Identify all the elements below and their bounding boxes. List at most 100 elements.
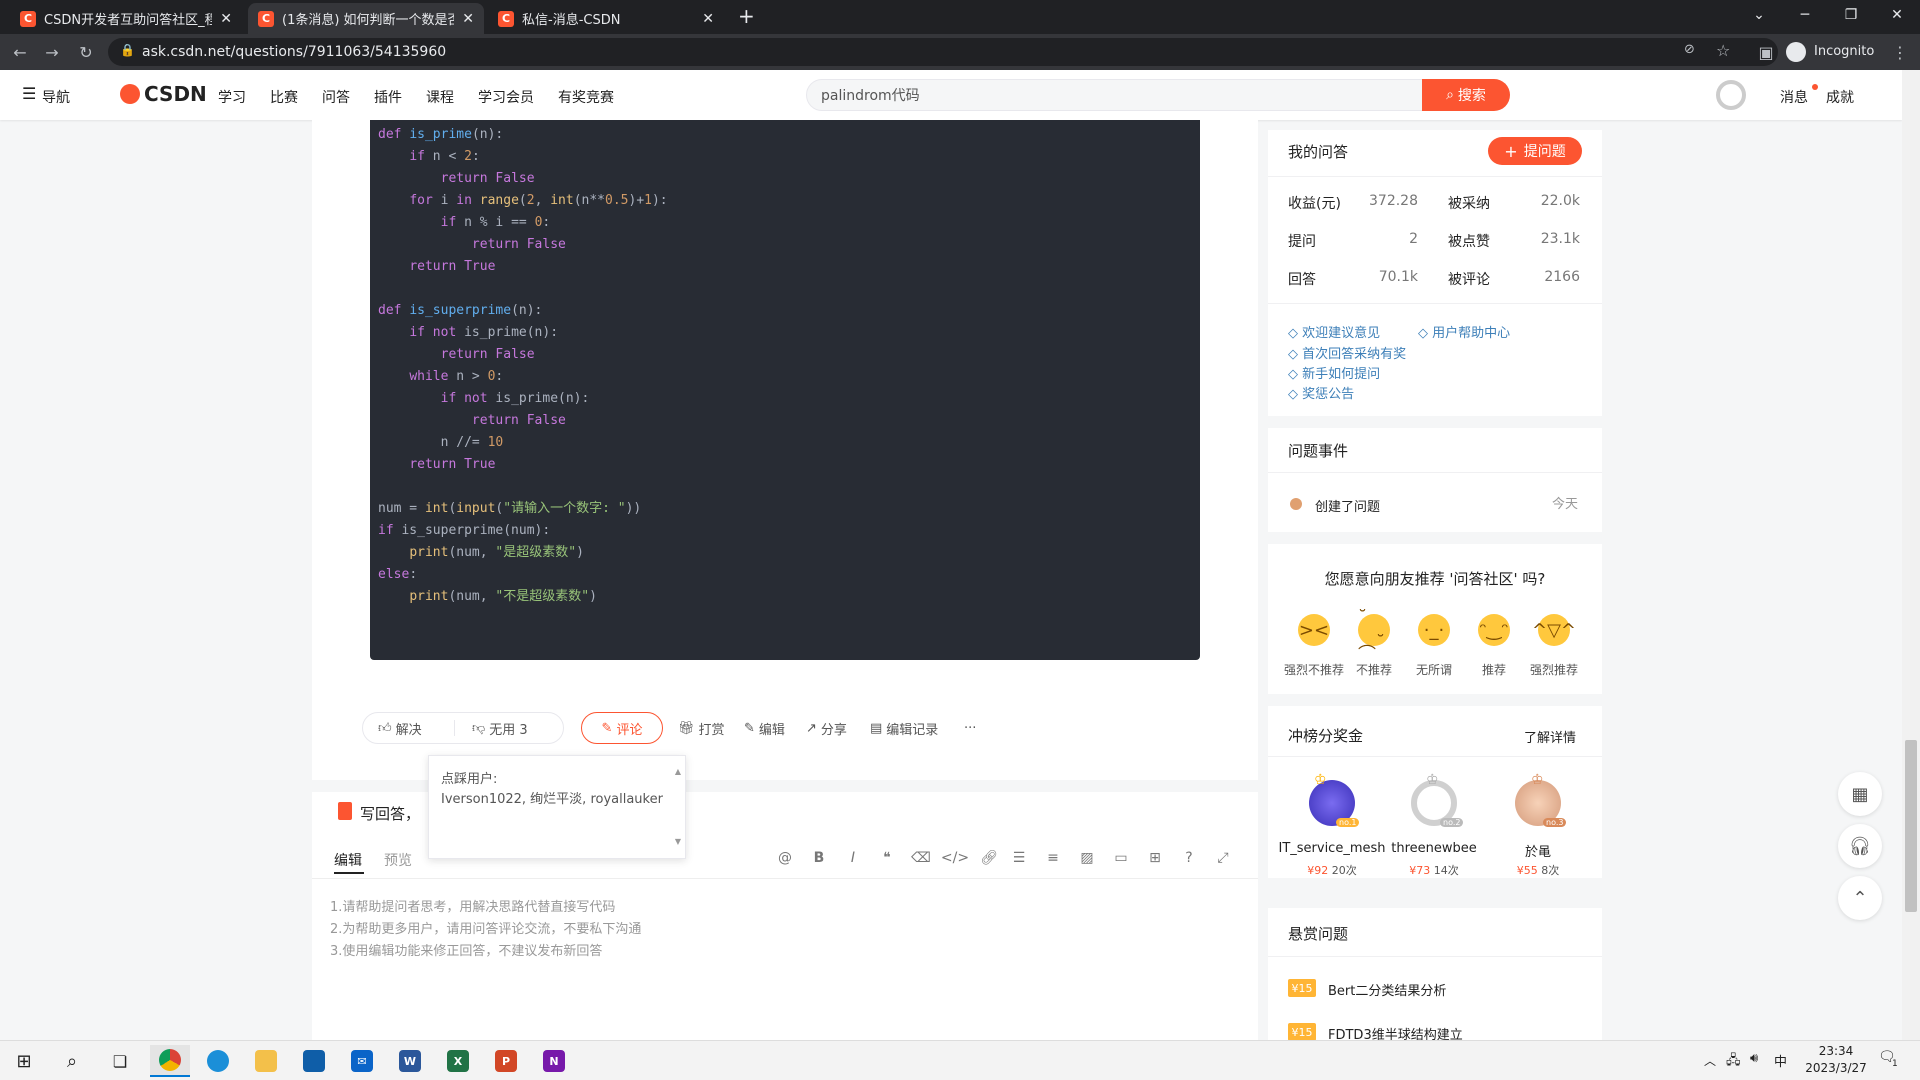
comment-button[interactable]: ✎ 评论 bbox=[581, 712, 663, 744]
ask-question-button[interactable]: + 提问题 bbox=[1488, 137, 1582, 165]
useless-button[interactable]: 👎︎ 无用 3 bbox=[472, 712, 528, 744]
link-announcements[interactable]: ◇ 奖惩公告 bbox=[1288, 383, 1354, 402]
rank-3-name[interactable]: 於黾 bbox=[1478, 841, 1598, 860]
link-feedback[interactable]: ◇ 欢迎建议意见 bbox=[1288, 322, 1380, 341]
store-icon[interactable] bbox=[294, 1045, 334, 1077]
nav-item-plugin[interactable]: 插件 bbox=[374, 87, 402, 107]
minimize-icon[interactable]: ─ bbox=[1782, 0, 1828, 30]
nav-item-competition[interactable]: 有奖竞赛 bbox=[558, 87, 614, 107]
customer-service-icon[interactable]: 🎧︎ bbox=[1838, 824, 1882, 868]
card-icon[interactable]: ▭ bbox=[1111, 848, 1131, 868]
share-button[interactable]: ↗ 分享 bbox=[806, 712, 847, 744]
address-bar[interactable]: 🔒 ask.csdn.net/questions/7911063/5413596… bbox=[108, 38, 1778, 66]
mention-icon[interactable]: @ bbox=[775, 848, 795, 868]
browser-tab-1[interactable]: C CSDN开发者互助问答社区_程序 ✕ bbox=[10, 3, 242, 34]
table-icon[interactable]: ⊞ bbox=[1145, 848, 1165, 868]
scroll-up-icon[interactable]: ▲ bbox=[675, 762, 681, 782]
option-strongly-recommend[interactable]: 强烈推荐 bbox=[1519, 661, 1589, 678]
emoji-strongly-not-icon[interactable]: >< bbox=[1298, 614, 1330, 646]
nav-item-qa[interactable]: 问答 bbox=[322, 87, 350, 107]
word-icon[interactable]: W bbox=[390, 1045, 430, 1077]
user-avatar[interactable] bbox=[1716, 80, 1746, 110]
nav-item-membership[interactable]: 学习会员 bbox=[478, 87, 534, 107]
link-how-to-ask[interactable]: ◇ 新手如何提问 bbox=[1288, 363, 1380, 382]
search-taskbar-icon[interactable]: ⌕ bbox=[52, 1045, 92, 1077]
page-scrollbar-thumb[interactable] bbox=[1905, 740, 1917, 912]
new-tab-button[interactable]: + bbox=[738, 4, 755, 28]
tab-preview[interactable]: 预览 bbox=[384, 850, 412, 870]
windows-start-icon[interactable]: ⊞ bbox=[4, 1045, 44, 1077]
csdn-logo-text[interactable]: CSDN bbox=[144, 82, 207, 106]
ranking-detail-link[interactable]: 了解详情 bbox=[1524, 727, 1576, 746]
incognito-avatar-icon[interactable] bbox=[1786, 42, 1806, 62]
close-tab-icon[interactable]: ✕ bbox=[702, 11, 714, 27]
help-icon[interactable]: ? bbox=[1179, 848, 1199, 868]
nav-item-course[interactable]: 课程 bbox=[426, 87, 454, 107]
ordered-list-icon[interactable]: ≡ bbox=[1043, 848, 1063, 868]
search-button[interactable]: ⌕ 搜索 bbox=[1422, 79, 1510, 111]
edit-history-button[interactable]: ▤ 编辑记录 bbox=[870, 712, 938, 744]
bookmark-star-icon[interactable]: ☆ bbox=[1716, 41, 1730, 60]
qrcode-icon[interactable]: ▦ bbox=[1838, 772, 1882, 816]
achievements-link[interactable]: 成就 bbox=[1826, 87, 1854, 107]
fullscreen-icon[interactable]: ⤢ bbox=[1213, 848, 1233, 868]
back-to-top-icon[interactable]: ⌃ bbox=[1838, 876, 1882, 920]
onenote-icon[interactable]: N bbox=[534, 1045, 574, 1077]
tab-search-icon[interactable]: ⌄ bbox=[1736, 0, 1782, 30]
rank-2-name[interactable]: threenewbee bbox=[1374, 841, 1494, 856]
messages-link[interactable]: 消息 bbox=[1780, 87, 1808, 107]
clock-date[interactable]: 2023/3/27 bbox=[1798, 1061, 1874, 1075]
eye-off-icon[interactable]: ⊘ bbox=[1684, 42, 1695, 57]
excel-icon[interactable]: X bbox=[438, 1045, 478, 1077]
link-first-answer[interactable]: ◇ 首次回答采纳有奖 bbox=[1288, 343, 1406, 362]
task-view-icon[interactable]: ❏ bbox=[100, 1045, 140, 1077]
nav-item-contest[interactable]: 比赛 bbox=[270, 87, 298, 107]
browser-tab-2-active[interactable]: C (1条消息) 如何判断一个数是否为 ✕ bbox=[248, 3, 484, 34]
tab-edit[interactable]: 编辑 bbox=[334, 850, 362, 870]
scroll-down-icon[interactable]: ▼ bbox=[675, 832, 681, 852]
link-icon[interactable]: 🔗︎ bbox=[979, 848, 999, 868]
emoji-neutral-icon[interactable]: ·_· bbox=[1418, 614, 1450, 646]
emoji-strongly-recommend-icon[interactable]: ^▽^ bbox=[1532, 614, 1576, 646]
image-icon[interactable]: ▨ bbox=[1077, 848, 1097, 868]
bullet-list-icon[interactable]: ☰ bbox=[1009, 848, 1029, 868]
close-tab-icon[interactable]: ✕ bbox=[462, 11, 474, 27]
incognito-label[interactable]: Incognito bbox=[1814, 44, 1874, 59]
quote-icon[interactable]: ❝ bbox=[877, 848, 897, 868]
emoji-recommend-icon[interactable]: ᵔ‿ᵔ bbox=[1478, 614, 1510, 646]
close-window-icon[interactable]: ✕ bbox=[1874, 0, 1920, 30]
menu-kebab-icon[interactable]: ⋮ bbox=[1888, 40, 1912, 64]
solve-button[interactable]: 👍︎ 解决 bbox=[378, 712, 422, 744]
tray-chevron-icon[interactable]: ︿ bbox=[1704, 1052, 1716, 1069]
emoji-not-icon[interactable]: ˘︵˘ bbox=[1358, 607, 1390, 653]
edit-button[interactable]: ✎ 编辑 bbox=[744, 712, 785, 744]
bold-icon[interactable]: B bbox=[809, 848, 829, 868]
tip-button[interactable]: 🎁︎ 打赏 bbox=[678, 712, 725, 744]
nav-item-learn[interactable]: 学习 bbox=[218, 87, 246, 107]
mail-icon[interactable]: ✉ bbox=[342, 1045, 382, 1077]
forward-icon[interactable]: → bbox=[40, 40, 64, 64]
nav-menu-label[interactable]: 导航 bbox=[42, 87, 70, 107]
edge-taskbar-icon[interactable] bbox=[198, 1045, 238, 1077]
sidepanel-icon[interactable]: ▣ bbox=[1754, 40, 1778, 64]
powerpoint-icon[interactable]: P bbox=[486, 1045, 526, 1077]
volume-icon[interactable]: 🔊︎ bbox=[1750, 1051, 1758, 1066]
hamburger-icon[interactable]: ☰ bbox=[22, 84, 36, 103]
bounty-item-1[interactable]: Bert二分类结果分析 bbox=[1328, 980, 1446, 999]
browser-tab-3[interactable]: C 私信-消息-CSDN ✕ bbox=[488, 3, 724, 34]
search-input[interactable] bbox=[807, 80, 1423, 110]
network-icon[interactable]: 🖧︎ bbox=[1726, 1051, 1741, 1073]
code-icon[interactable]: </> bbox=[941, 848, 969, 868]
more-button[interactable]: ··· bbox=[964, 712, 976, 744]
back-icon[interactable]: ← bbox=[8, 40, 32, 64]
csdn-logo-icon[interactable] bbox=[120, 84, 140, 104]
restore-icon[interactable]: ❐ bbox=[1828, 0, 1874, 30]
reload-icon[interactable]: ↻ bbox=[74, 40, 98, 64]
chrome-taskbar-icon[interactable] bbox=[150, 1045, 190, 1077]
close-tab-icon[interactable]: ✕ bbox=[220, 11, 232, 27]
ime-indicator[interactable]: 中 bbox=[1774, 1051, 1787, 1070]
clock-time[interactable]: 23:34 bbox=[1804, 1044, 1868, 1058]
file-explorer-icon[interactable] bbox=[246, 1045, 286, 1077]
format-brush-icon[interactable]: ⌫ bbox=[911, 848, 931, 868]
lock-icon[interactable]: 🔒 bbox=[120, 43, 135, 57]
